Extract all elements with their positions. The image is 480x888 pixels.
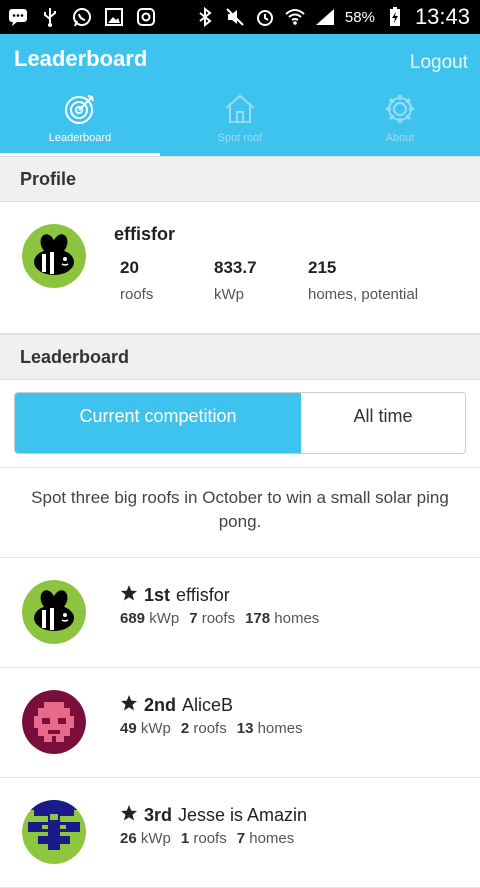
entry-kwp: 26 [120, 830, 137, 847]
usb-icon [40, 7, 60, 27]
app-title: Leaderboard [14, 46, 148, 71]
tab-about-label: About [385, 132, 415, 144]
instagram-icon [136, 7, 156, 27]
entry-homes: 7 [236, 830, 246, 847]
entry-rank: 2nd [144, 695, 177, 715]
entry-kwp: 689 [120, 610, 146, 627]
entry-title: 1st effisfor [120, 584, 230, 607]
app-bar: Leaderboard Logout Leaderboard Spot roof… [0, 34, 480, 156]
tab-leaderboard[interactable]: Leaderboard [0, 90, 160, 156]
stat-roofs-label: roofs [120, 286, 154, 303]
tab-bar: Leaderboard Spot roof About [0, 90, 480, 156]
profile-header: Profile [0, 156, 480, 202]
status-bar: 58% 13:43 [0, 0, 480, 34]
whatsapp-icon [72, 7, 92, 27]
stat-homes-value: 215 [308, 258, 337, 277]
tab-spot-roof-label: Spot roof [217, 132, 263, 144]
entry-name: AliceB [182, 695, 234, 715]
entry-kwp-unit: kWp [140, 720, 171, 737]
entry-rank: 1st [144, 585, 171, 605]
tab-about[interactable]: About [320, 90, 480, 156]
house-icon [223, 92, 257, 126]
entry-roofs: 7 [189, 610, 198, 627]
entry-homes: 13 [236, 720, 254, 737]
alarm-icon [255, 7, 275, 27]
entry-rank: 3rd [144, 805, 173, 825]
entry-homes-unit: homes [274, 610, 320, 627]
tab-spot-roof[interactable]: Spot roof [160, 90, 320, 156]
star-icon [120, 584, 138, 607]
logout-button[interactable]: Logout [410, 52, 468, 74]
entry-roofs: 1 [180, 830, 190, 847]
mute-icon [225, 7, 245, 27]
profile-username: effisfor [114, 224, 176, 244]
battery-percent: 58% [344, 8, 375, 26]
entry-stats: 49 kWp 2 roofs 13 homes [120, 720, 303, 737]
star-icon [120, 694, 138, 717]
competition-toggle: Current competition All time [14, 392, 466, 454]
stat-roofs: 20 roofs [120, 258, 153, 303]
gear-icon [383, 92, 417, 126]
competition-toggle-wrap: Current competition All time [0, 380, 480, 468]
bluetooth-icon [195, 7, 215, 27]
bee-avatar [22, 224, 86, 288]
leaderboard-row[interactable]: 2nd AliceB 49 kWp 2 roofs 13 homes [0, 668, 480, 778]
entry-roofs-unit: roofs [193, 830, 227, 847]
entry-title: 3rd Jesse is Amazin [120, 804, 307, 827]
leaderboard-header: Leaderboard [0, 334, 480, 380]
star-icon [120, 804, 138, 827]
current-competition-button[interactable]: Current competition [15, 393, 301, 453]
stat-homes: 215 homes, potential [308, 258, 418, 303]
entry-name: Jesse is Amazin [178, 805, 308, 825]
entry-kwp-unit: kWp [140, 830, 171, 847]
stat-kwp: 833.7 kWp [214, 258, 257, 303]
battery-icon [385, 7, 405, 27]
entry-roofs-unit: roofs [193, 720, 227, 737]
stat-kwp-label: kWp [214, 286, 244, 303]
wifi-icon [285, 7, 305, 27]
clock: 13:43 [414, 4, 470, 29]
entry-roofs-unit: roofs [201, 610, 236, 627]
competition-description: Spot three big roofs in October to win a… [0, 468, 480, 558]
tab-leaderboard-label: Leaderboard [48, 132, 112, 144]
profile-card: effisfor 20 roofs 833.7 kWp 215 homes, p… [0, 202, 480, 334]
all-time-button[interactable]: All time [301, 393, 465, 453]
leaderboard-row[interactable]: 1st effisfor 689 kWp 7 roofs 178 homes [0, 558, 480, 668]
entry-name: effisfor [176, 585, 230, 605]
pixel-avatar [22, 690, 86, 754]
stat-homes-label: homes, potential [308, 286, 419, 303]
target-icon [63, 92, 97, 126]
message-icon [8, 7, 28, 27]
entry-title: 2nd AliceB [120, 694, 233, 717]
bee-avatar [22, 580, 86, 644]
entry-kwp-unit: kWp [149, 610, 180, 627]
stat-kwp-value: 833.7 [214, 258, 257, 277]
entry-homes-unit: homes [257, 720, 303, 737]
entry-kwp: 49 [120, 720, 137, 737]
pixel-avatar [22, 800, 86, 864]
entry-stats: 26 kWp 1 roofs 7 homes [120, 830, 294, 847]
gallery-icon [104, 7, 124, 27]
entry-roofs: 2 [180, 720, 190, 737]
signal-icon [315, 7, 335, 27]
entry-stats: 689 kWp 7 roofs 178 homes [120, 610, 319, 627]
entry-homes: 178 [245, 610, 271, 627]
leaderboard-row[interactable]: 3rd Jesse is Amazin 26 kWp 1 roofs 7 homes [0, 778, 480, 888]
stat-roofs-value: 20 [120, 258, 139, 277]
entry-homes-unit: homes [249, 830, 295, 847]
